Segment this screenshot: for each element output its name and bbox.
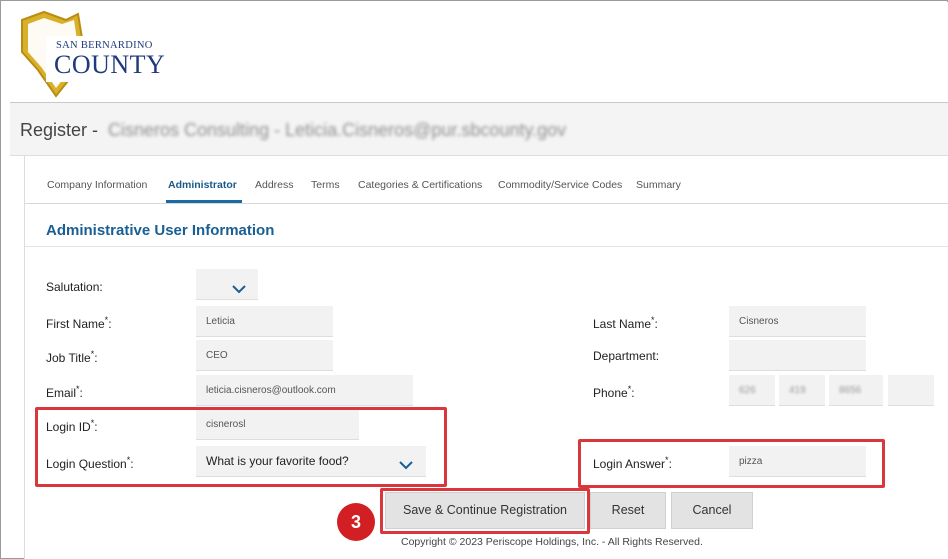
phone-prefix-input[interactable]: 419 [779, 375, 825, 406]
page-title-subject: Cisneros Consulting - Leticia.Cisneros@p… [108, 120, 567, 140]
last-name-input[interactable]: Cisneros [729, 306, 866, 337]
phone-area-value: 626 [739, 385, 756, 396]
tab-address[interactable]: Address [255, 179, 294, 191]
tab-terms[interactable]: Terms [311, 179, 340, 191]
chevron-down-icon [232, 285, 246, 294]
section-title: Administrative User Information [46, 222, 275, 239]
salutation-label: Salutation: [46, 280, 103, 294]
copyright-text: Copyright © 2023 Periscope Holdings, Inc… [401, 536, 703, 548]
department-label: Department: [593, 349, 660, 363]
department-input[interactable] [729, 340, 866, 371]
logo-text-county: COUNTY [54, 50, 166, 79]
phone-label: Phone*: [593, 384, 635, 400]
section-divider [25, 246, 948, 247]
last-name-label: Last Name*: [593, 315, 658, 331]
phone-area-input[interactable]: 626 [729, 375, 775, 406]
last-name-value: Cisneros [739, 316, 779, 327]
login-fields-highlight [35, 407, 447, 487]
tab-summary[interactable]: Summary [636, 179, 681, 191]
first-name-input[interactable]: Leticia [196, 306, 333, 337]
email-value: leticia.cisneros@outlook.com [206, 385, 336, 396]
page-title-bar: Register - Cisneros Consulting - Leticia… [10, 103, 948, 156]
tab-administrator[interactable]: Administrator [168, 179, 237, 191]
tab-company-information[interactable]: Company Information [47, 179, 147, 191]
page-title: Register - [20, 120, 99, 140]
login-answer-highlight [578, 439, 885, 488]
phone-prefix-value: 419 [789, 385, 806, 396]
phone-line-input[interactable]: 8656 [829, 375, 883, 406]
step-number-badge: 3 [337, 503, 375, 541]
tab-categories-certifications[interactable]: Categories & Certifications [358, 179, 482, 191]
tab-commodity-service-codes[interactable]: Commodity/Service Codes [498, 179, 622, 191]
email-label: Email*: [46, 384, 83, 400]
job-title-value: CEO [206, 350, 228, 361]
email-input[interactable]: leticia.cisneros@outlook.com [196, 375, 413, 406]
tab-bar: Company Information Administrator Addres… [25, 156, 948, 204]
cancel-button[interactable]: Cancel [671, 492, 753, 529]
first-name-value: Leticia [206, 316, 235, 327]
save-continue-button[interactable]: Save & Continue Registration [385, 492, 585, 529]
first-name-label: First Name*: [46, 315, 112, 331]
active-tab-indicator [166, 200, 242, 203]
job-title-label: Job Title*: [46, 349, 98, 365]
county-logo[interactable]: SAN BERNARDINO COUNTY [16, 8, 176, 105]
phone-ext-input[interactable] [888, 375, 934, 406]
job-title-input[interactable]: CEO [196, 340, 333, 371]
salutation-select[interactable] [196, 269, 258, 300]
registration-panel: Company Information Administrator Addres… [24, 156, 948, 559]
reset-button[interactable]: Reset [590, 492, 666, 529]
site-header: SAN BERNARDINO COUNTY [10, 2, 948, 102]
phone-line-value: 8656 [839, 385, 862, 396]
